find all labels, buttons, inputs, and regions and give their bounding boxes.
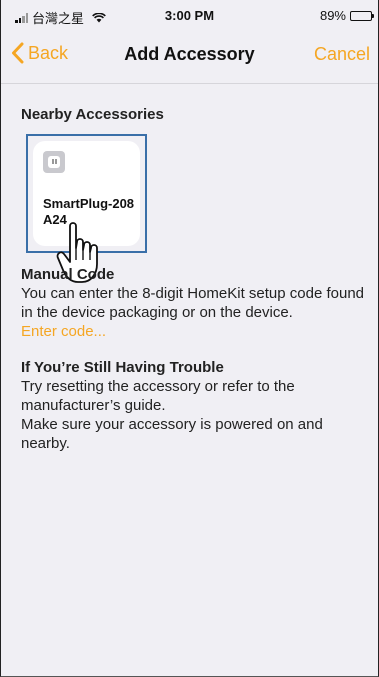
- smart-plug-icon: [43, 151, 65, 173]
- manual-code-section: Manual Code You can enter the 8-digit Ho…: [21, 265, 366, 341]
- accessory-name: SmartPlug-208A24: [43, 196, 135, 227]
- navigation-bar: Back Add Accessory Cancel: [1, 28, 378, 84]
- trouble-reset-text: Try resetting the accessory or refer to …: [21, 378, 295, 414]
- battery-percent: 89%: [319, 8, 346, 23]
- status-bar: 台灣之星 3:00 PM 89%: [1, 0, 378, 28]
- trouble-power-text: Make sure your accessory is powered on a…: [21, 416, 323, 452]
- status-bar-right: 89%: [319, 8, 374, 23]
- enter-code-link[interactable]: Enter code...: [21, 322, 366, 341]
- battery-icon: [350, 10, 374, 21]
- trouble-heading: If You’re Still Having Trouble: [21, 359, 224, 376]
- nearby-accessories-heading: Nearby Accessories: [21, 106, 164, 123]
- accessory-highlight-frame: SmartPlug-208A24: [26, 134, 147, 253]
- manual-code-description: You can enter the 8-digit HomeKit setup …: [21, 285, 365, 321]
- manual-code-heading: Manual Code: [21, 266, 115, 283]
- cancel-button[interactable]: Cancel: [314, 44, 370, 65]
- accessory-tile[interactable]: SmartPlug-208A24: [33, 141, 140, 246]
- phone-screen: 台灣之星 3:00 PM 89% Back Add Accessory Canc…: [0, 0, 379, 677]
- trouble-section: If You’re Still Having Trouble Try reset…: [21, 358, 366, 453]
